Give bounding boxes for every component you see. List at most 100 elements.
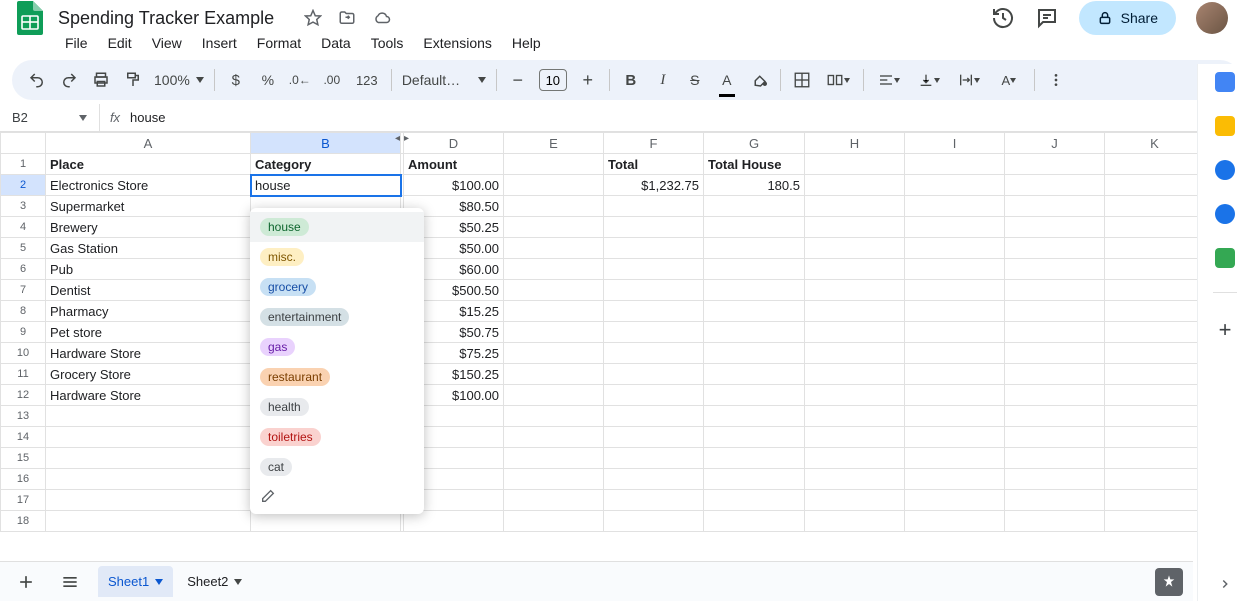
row-header-1[interactable]: 1 — [1, 154, 46, 175]
dropdown-option-toiletries[interactable]: toiletries — [250, 422, 424, 452]
cell-A6[interactable]: Pub — [46, 259, 251, 280]
cell-J2[interactable] — [1005, 175, 1105, 196]
cell-H1[interactable] — [805, 154, 905, 175]
cloud-status-icon[interactable] — [372, 9, 392, 27]
increase-decimal-button[interactable]: .00 — [317, 66, 347, 94]
cell-A12[interactable]: Hardware Store — [46, 385, 251, 406]
row-header-8[interactable]: 8 — [1, 301, 46, 322]
cell-G11[interactable] — [704, 364, 805, 385]
font-dropdown[interactable]: Default… — [398, 72, 490, 88]
cell-H9[interactable] — [805, 322, 905, 343]
currency-button[interactable]: $ — [221, 66, 251, 94]
cell-J4[interactable] — [1005, 217, 1105, 238]
cell-F18[interactable] — [604, 511, 704, 532]
row-header-17[interactable]: 17 — [1, 490, 46, 511]
cell-G15[interactable] — [704, 448, 805, 469]
cell-J3[interactable] — [1005, 196, 1105, 217]
cell-A9[interactable]: Pet store — [46, 322, 251, 343]
cell-I10[interactable] — [905, 343, 1005, 364]
menu-insert[interactable]: Insert — [194, 31, 245, 55]
cell-J10[interactable] — [1005, 343, 1105, 364]
cell-A14[interactable] — [46, 427, 251, 448]
wrap-button[interactable] — [950, 66, 988, 94]
cell-I3[interactable] — [905, 196, 1005, 217]
menu-tools[interactable]: Tools — [363, 31, 412, 55]
col-header-B[interactable]: B◂ — [251, 133, 401, 154]
menu-view[interactable]: View — [144, 31, 190, 55]
cell-K15[interactable] — [1105, 448, 1205, 469]
share-button[interactable]: Share — [1079, 1, 1176, 35]
cell-F9[interactable] — [604, 322, 704, 343]
cell-J14[interactable] — [1005, 427, 1105, 448]
cell-H13[interactable] — [805, 406, 905, 427]
cell-I14[interactable] — [905, 427, 1005, 448]
cell-K11[interactable] — [1105, 364, 1205, 385]
menu-data[interactable]: Data — [313, 31, 359, 55]
cell-H6[interactable] — [805, 259, 905, 280]
cell-G14[interactable] — [704, 427, 805, 448]
account-avatar[interactable] — [1196, 2, 1228, 34]
row-header-15[interactable]: 15 — [1, 448, 46, 469]
cell-H2[interactable] — [805, 175, 905, 196]
row-header-11[interactable]: 11 — [1, 364, 46, 385]
dropdown-option-misc[interactable]: misc. — [250, 242, 424, 272]
dropdown-edit-button[interactable] — [250, 482, 424, 510]
cell-I15[interactable] — [905, 448, 1005, 469]
cell-J6[interactable] — [1005, 259, 1105, 280]
cell-K3[interactable] — [1105, 196, 1205, 217]
cell-F1[interactable]: Total — [604, 154, 704, 175]
cell-H18[interactable] — [805, 511, 905, 532]
cell-J1[interactable] — [1005, 154, 1105, 175]
cell-A17[interactable] — [46, 490, 251, 511]
cell-H10[interactable] — [805, 343, 905, 364]
bold-button[interactable]: B — [616, 66, 646, 94]
add-sheet-button[interactable] — [10, 566, 42, 598]
font-size-input[interactable] — [539, 69, 567, 91]
cell-E17[interactable] — [504, 490, 604, 511]
cell-E8[interactable] — [504, 301, 604, 322]
cell-I6[interactable] — [905, 259, 1005, 280]
cell-K9[interactable] — [1105, 322, 1205, 343]
cell-E4[interactable] — [504, 217, 604, 238]
cell-D1[interactable]: Amount — [404, 154, 504, 175]
cell-A18[interactable] — [46, 511, 251, 532]
decrease-decimal-button[interactable]: .0← — [285, 66, 315, 94]
contacts-icon[interactable] — [1215, 204, 1235, 224]
halign-button[interactable] — [870, 66, 908, 94]
cell-E3[interactable] — [504, 196, 604, 217]
cell-K5[interactable] — [1105, 238, 1205, 259]
cell-J16[interactable] — [1005, 469, 1105, 490]
cell-G7[interactable] — [704, 280, 805, 301]
increase-font-button[interactable]: + — [573, 66, 603, 94]
cell-I11[interactable] — [905, 364, 1005, 385]
col-header-A[interactable]: A — [46, 133, 251, 154]
cell-K12[interactable] — [1105, 385, 1205, 406]
dropdown-option-house[interactable]: house — [250, 212, 424, 242]
cell-E7[interactable] — [504, 280, 604, 301]
cell-H11[interactable] — [805, 364, 905, 385]
cell-A13[interactable] — [46, 406, 251, 427]
row-header-9[interactable]: 9 — [1, 322, 46, 343]
cell-I1[interactable] — [905, 154, 1005, 175]
cell-E10[interactable] — [504, 343, 604, 364]
cell-A7[interactable]: Dentist — [46, 280, 251, 301]
cell-A5[interactable]: Gas Station — [46, 238, 251, 259]
row-header-12[interactable]: 12 — [1, 385, 46, 406]
cell-I9[interactable] — [905, 322, 1005, 343]
explore-button[interactable] — [1155, 568, 1183, 596]
cell-F11[interactable] — [604, 364, 704, 385]
cell-I2[interactable] — [905, 175, 1005, 196]
cell-K1[interactable] — [1105, 154, 1205, 175]
cell-G5[interactable] — [704, 238, 805, 259]
row-header-10[interactable]: 10 — [1, 343, 46, 364]
cell-E5[interactable] — [504, 238, 604, 259]
row-header-5[interactable]: 5 — [1, 238, 46, 259]
cell-D2[interactable]: $100.00 — [404, 175, 504, 196]
row-header-4[interactable]: 4 — [1, 217, 46, 238]
cell-K13[interactable] — [1105, 406, 1205, 427]
formula-input[interactable]: house — [130, 110, 165, 125]
cell-K7[interactable] — [1105, 280, 1205, 301]
row-header-13[interactable]: 13 — [1, 406, 46, 427]
col-header-J[interactable]: J — [1005, 133, 1105, 154]
col-header-D[interactable]: D▸ — [404, 133, 504, 154]
